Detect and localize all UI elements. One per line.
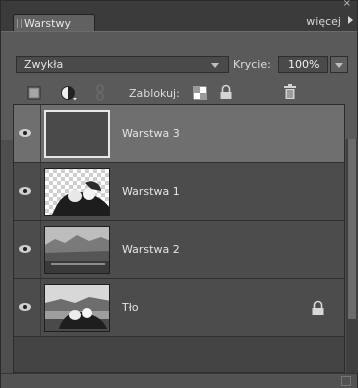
visibility-toggle[interactable] bbox=[14, 105, 41, 162]
opacity-dropdown-button[interactable] bbox=[330, 56, 348, 73]
chevron-down-icon bbox=[335, 63, 343, 68]
layer-thumbnail[interactable] bbox=[44, 226, 110, 274]
new-layer-icon[interactable] bbox=[27, 86, 41, 100]
trash-icon[interactable] bbox=[283, 84, 297, 100]
close-icon[interactable]: × bbox=[343, 0, 351, 9]
landscape-photo-thumbnail bbox=[45, 227, 109, 273]
eye-icon bbox=[19, 129, 31, 137]
layer-name[interactable]: Warstwa 3 bbox=[122, 127, 180, 140]
chevron-down-icon bbox=[211, 63, 219, 68]
tab-layers[interactable]: Warstwy bbox=[13, 14, 95, 31]
layers-scrollbar[interactable] bbox=[346, 139, 358, 373]
layer-row-warstwa-1[interactable]: Warstwa 1 bbox=[14, 163, 344, 221]
eye-icon bbox=[19, 303, 31, 311]
layer-name[interactable]: Warstwa 1 bbox=[122, 185, 180, 198]
more-menu-button[interactable]: więcej bbox=[306, 15, 341, 28]
layers-panel: × Warstwy więcej Zwykła Krycie: 100% Zab… bbox=[0, 0, 358, 388]
opacity-label: Krycie: bbox=[233, 58, 271, 71]
lock-icon bbox=[312, 300, 324, 315]
visibility-toggle[interactable] bbox=[14, 163, 41, 220]
panel-titlebar: × bbox=[1, 0, 357, 11]
resize-icon[interactable] bbox=[341, 376, 351, 386]
layer-thumbnail[interactable] bbox=[44, 168, 110, 216]
blend-mode-value: Zwykła bbox=[24, 58, 64, 71]
panel-tabrow: Warstwy więcej bbox=[1, 11, 357, 31]
lock-label: Zablokuj: bbox=[129, 87, 180, 100]
adjustment-layer-icon[interactable] bbox=[60, 85, 78, 101]
opacity-input[interactable]: 100% bbox=[278, 56, 328, 73]
lock-all-icon[interactable] bbox=[219, 84, 233, 100]
layer-row-background[interactable]: Tło bbox=[14, 279, 344, 337]
panel-footer bbox=[1, 373, 357, 388]
eye-icon bbox=[19, 245, 31, 253]
layer-thumbnail[interactable] bbox=[44, 110, 110, 158]
opacity-value: 100% bbox=[288, 58, 320, 71]
couple-photo-thumbnail bbox=[45, 285, 109, 331]
layer-name[interactable]: Tło bbox=[122, 301, 139, 314]
eye-icon bbox=[19, 187, 31, 195]
tab-label: Warstwy bbox=[24, 17, 71, 30]
visibility-toggle[interactable] bbox=[14, 221, 41, 278]
scrollbar-thumb[interactable] bbox=[348, 139, 356, 319]
layer-name[interactable]: Warstwa 2 bbox=[122, 243, 180, 256]
visibility-toggle[interactable] bbox=[14, 279, 41, 336]
layer-row-warstwa-3[interactable]: Warstwa 3 bbox=[14, 105, 344, 163]
blend-mode-select[interactable]: Zwykła bbox=[16, 56, 229, 73]
play-arrow-icon[interactable] bbox=[348, 16, 353, 24]
transparent-photo-thumbnail bbox=[45, 169, 109, 215]
layers-list: Warstwa 3 Warstwa 1 Warstwa 2 Tło bbox=[13, 104, 345, 373]
lock-transparency-icon[interactable] bbox=[193, 86, 207, 100]
layer-row-warstwa-2[interactable]: Warstwa 2 bbox=[14, 221, 344, 279]
grip-icon bbox=[17, 19, 22, 28]
link-icon[interactable] bbox=[95, 84, 105, 102]
layer-thumbnail[interactable] bbox=[44, 284, 110, 332]
